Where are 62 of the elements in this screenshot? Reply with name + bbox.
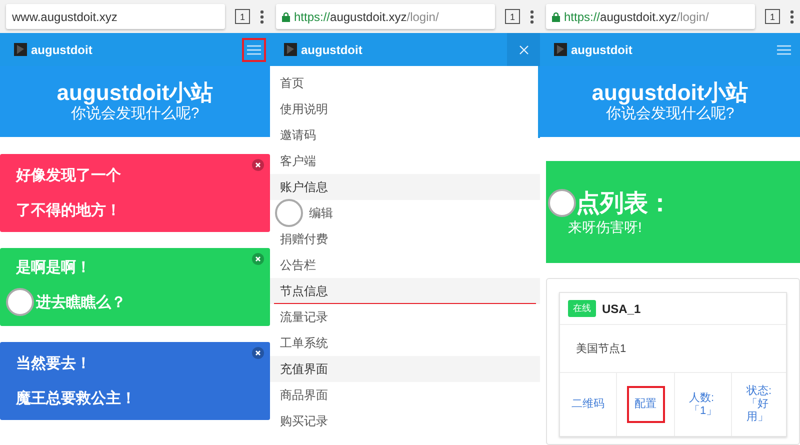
menu-item[interactable]: 客户端	[270, 148, 540, 174]
menu-item[interactable]: 购买记录	[270, 408, 540, 434]
menu-section[interactable]: 账户信息	[270, 174, 540, 200]
alert-text: 是啊是啊！	[16, 258, 91, 277]
node-action-link[interactable]: 状态: 「好 用」	[738, 373, 780, 436]
address-bar[interactable]: https://augustdoit.xyz/login/	[546, 4, 755, 29]
address-bar[interactable]: www.augustdoit.xyz	[6, 4, 225, 29]
menu-button[interactable]	[242, 38, 266, 62]
menu-item[interactable]: 邀请码	[270, 122, 540, 148]
alert-text: 魔王总要救公主！	[16, 389, 136, 408]
node-action-link[interactable]: 配置	[626, 386, 664, 423]
menu-item[interactable]: 公告栏	[270, 252, 540, 278]
node-action-link[interactable]: 二维码	[564, 386, 612, 423]
close-icon[interactable]	[252, 347, 264, 359]
lock-icon	[552, 12, 560, 22]
brand-name: augustdoit	[571, 42, 634, 56]
logo-icon	[14, 43, 27, 56]
url-text: https://augustdoit.xyz/login/	[294, 10, 439, 24]
site-title: augustdoit小站	[592, 81, 748, 105]
alert-text: 当然要去！	[16, 354, 91, 373]
menu-item[interactable]: 商品界面	[270, 382, 540, 408]
tab-count[interactable]: 1	[505, 9, 520, 24]
node-action-link[interactable]: 人数: 「1」	[680, 380, 726, 430]
url-text: www.augustdoit.xyz	[12, 10, 118, 24]
menu-icon	[247, 44, 261, 54]
banner-title: 点列表：	[576, 189, 672, 219]
node-description: 美国节点1	[576, 342, 626, 356]
menu-item[interactable]: 工单系统	[270, 330, 540, 356]
menu-item[interactable]: 流量记录	[270, 304, 540, 330]
site-subtitle: 你说会发现什么呢?	[606, 105, 734, 122]
lock-icon	[282, 12, 290, 22]
url-text: https://augustdoit.xyz/login/	[564, 10, 709, 24]
alert-text: 好像发现了一个	[16, 166, 121, 185]
more-icon[interactable]	[790, 10, 794, 24]
logo-icon	[554, 43, 567, 56]
close-icon	[518, 44, 528, 54]
site-subtitle: 你说会发现什么呢?	[70, 105, 200, 122]
alert-text: 进去瞧瞧么？	[36, 292, 126, 312]
status-badge: 在线	[568, 300, 596, 317]
menu-item[interactable]: 首页	[270, 70, 540, 96]
brand-name: augustdoit	[301, 42, 364, 56]
tab-count[interactable]: 1	[765, 9, 780, 24]
more-icon[interactable]	[260, 10, 264, 24]
brand-name: augustdoit	[31, 42, 94, 56]
node-name: USA_1	[602, 302, 641, 316]
site-title: augustdoit小站	[56, 81, 214, 105]
menu-section[interactable]: 充值界面	[270, 356, 540, 382]
menu-item[interactable]: 编辑	[270, 200, 540, 226]
close-icon[interactable]	[252, 253, 264, 265]
menu-item[interactable]: 使用说明	[270, 96, 540, 122]
alert-text: 了不得的地方！	[16, 201, 121, 220]
address-bar[interactable]: https://augustdoit.xyz/login/	[276, 4, 495, 29]
close-button[interactable]	[507, 33, 540, 66]
logo-icon	[284, 43, 297, 56]
menu-section[interactable]: 节点信息	[270, 278, 540, 304]
menu-icon	[777, 44, 791, 54]
touch-indicator	[275, 199, 303, 227]
tab-count[interactable]: 1	[235, 9, 250, 24]
menu-item[interactable]: 捐赠付费	[270, 226, 540, 252]
banner-subtitle: 来呀伤害呀!	[567, 219, 643, 237]
more-icon[interactable]	[530, 10, 534, 24]
close-icon[interactable]	[252, 159, 264, 171]
